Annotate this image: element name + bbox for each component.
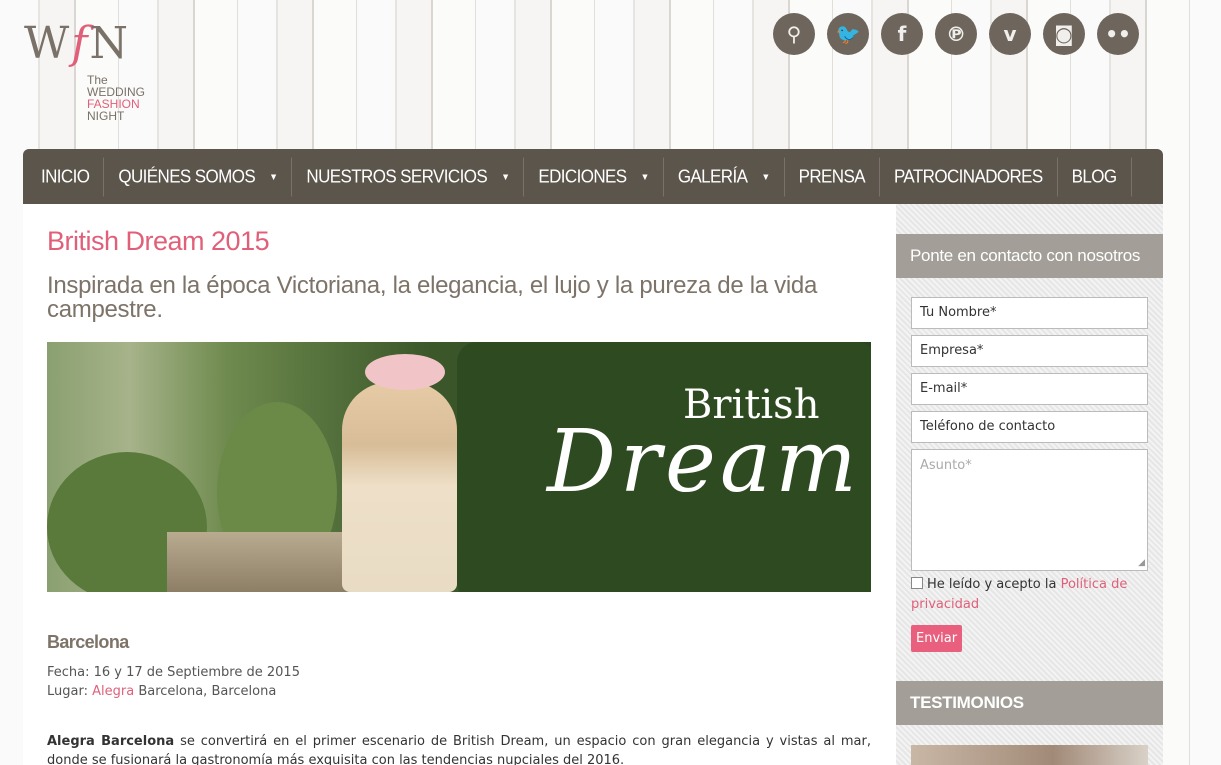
nav-nuestros-servicios[interactable]: NUESTROS SERVICIOS ▼ bbox=[292, 157, 525, 196]
nav-patrocinadores[interactable]: PATROCINADORES bbox=[880, 157, 1058, 196]
privacy-consent: He leído y acepto la Política de privaci… bbox=[911, 577, 1128, 612]
main-nav: INICIO QUIÉNES SOMOS ▼ NUESTROS SERVICIOS… bbox=[23, 149, 1163, 204]
nav-ediciones[interactable]: EDICIONES ▼ bbox=[524, 157, 664, 196]
nav-galeria[interactable]: GALERÍA ▼ bbox=[664, 157, 785, 196]
instagram-icon[interactable]: ◙ bbox=[1043, 13, 1085, 55]
nav-inicio[interactable]: INICIO bbox=[27, 157, 105, 196]
facebook-icon[interactable]: f bbox=[881, 13, 923, 55]
chevron-down-icon: ▼ bbox=[761, 171, 770, 182]
main-content: British Dream 2015 Inspirada en la época… bbox=[23, 204, 896, 765]
company-field[interactable]: Empresa* bbox=[911, 335, 1148, 367]
sidebar: Ponte en contacto con nosotros Tu Nombre… bbox=[896, 204, 1163, 765]
pinterest-icon[interactable]: ℗ bbox=[935, 13, 977, 55]
page-subtitle: Inspirada en la época Victoriana, la ele… bbox=[47, 272, 818, 323]
nav-blog[interactable]: BLOG bbox=[1058, 157, 1132, 196]
contact-form: Tu Nombre* Empresa* E-mail* Teléfono de … bbox=[911, 297, 1148, 652]
event-venue: Lugar: Alegra Barcelona, Barcelona bbox=[47, 684, 277, 699]
location-heading: Barcelona bbox=[47, 632, 129, 652]
vimeo-icon[interactable]: v bbox=[989, 13, 1031, 55]
nav-prensa[interactable]: PRENSA bbox=[785, 157, 880, 196]
flickr-icon[interactable]: •• bbox=[1097, 13, 1139, 55]
subject-textarea[interactable]: Asunto* ◢ bbox=[911, 449, 1148, 571]
testimonials-heading: TESTIMONIOS bbox=[896, 681, 1163, 725]
email-field[interactable]: E-mail* bbox=[911, 373, 1148, 405]
name-field[interactable]: Tu Nombre* bbox=[911, 297, 1148, 329]
venue-link[interactable]: Alegra bbox=[92, 684, 134, 699]
event-description: Alegra Barcelona se convertirá en el pri… bbox=[47, 734, 871, 765]
chevron-down-icon: ▼ bbox=[501, 171, 510, 182]
logo-monogram: WfN bbox=[24, 18, 131, 69]
resize-grip-icon[interactable]: ◢ bbox=[1138, 558, 1145, 568]
bride-figure bbox=[342, 382, 457, 592]
twitter-icon[interactable]: 🐦 bbox=[827, 13, 869, 55]
event-date: Fecha: 16 y 17 de Septiembre de 2015 bbox=[47, 665, 300, 680]
search-icon[interactable]: ⚲ bbox=[773, 13, 815, 55]
contact-heading: Ponte en contacto con nosotros bbox=[896, 234, 1163, 278]
chevron-down-icon: ▼ bbox=[640, 171, 650, 182]
phone-field[interactable]: Teléfono de contacto bbox=[911, 411, 1148, 443]
hero-image: British Dream bbox=[47, 342, 871, 592]
site-logo[interactable]: WfN The WEDDING FASHION NIGHT bbox=[24, 22, 164, 132]
flower-crown bbox=[365, 354, 445, 390]
event-details: Fecha: 16 y 17 de Septiembre de 2015 Lug… bbox=[47, 663, 300, 701]
privacy-checkbox[interactable] bbox=[911, 577, 923, 589]
send-button[interactable]: Enviar bbox=[911, 625, 963, 652]
logo-wordmark: The WEDDING FASHION NIGHT bbox=[87, 73, 145, 123]
social-icons: ⚲ 🐦 f ℗ v ◙ •• bbox=[773, 13, 1139, 55]
page-title: British Dream 2015 bbox=[47, 226, 270, 256]
hero-text-dream: Dream bbox=[547, 412, 861, 512]
testimonial-image bbox=[911, 745, 1148, 765]
chevron-down-icon: ▼ bbox=[269, 171, 278, 182]
nav-quienes-somos[interactable]: QUIÉNES SOMOS ▼ bbox=[104, 157, 293, 196]
